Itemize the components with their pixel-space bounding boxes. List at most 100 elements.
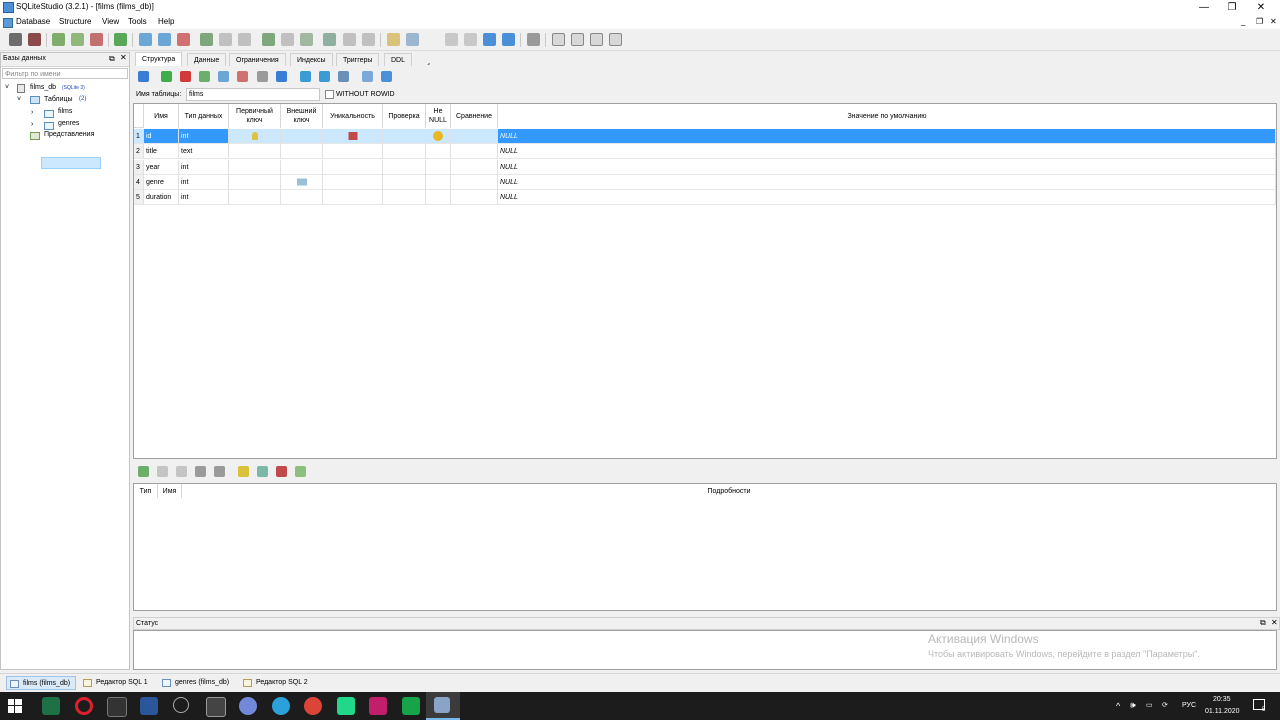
cell-pk[interactable] [229,144,281,160]
without-rowid-checkbox[interactable] [325,90,334,99]
new-table-icon[interactable] [139,33,152,46]
cell-pk[interactable] [229,129,281,144]
language-indicator[interactable]: РУС [1182,702,1196,709]
cell-pk[interactable] [229,174,281,190]
cell-collate[interactable] [451,159,498,175]
constraint-up-icon[interactable] [195,466,206,477]
row-number[interactable]: 2 [134,144,144,160]
move-down-icon[interactable] [276,71,287,82]
clock-time[interactable]: 20:35 [1213,696,1231,703]
column-row[interactable]: 4 genre int NULL [134,174,1276,190]
cell-unique[interactable] [323,144,383,160]
new-trigger-icon[interactable] [262,33,275,46]
add-db-icon[interactable] [52,33,65,46]
cell-type[interactable]: int [179,174,229,190]
add-pk-icon[interactable] [238,466,249,477]
tab-indexes[interactable]: Индексы [290,53,333,66]
menu-structure[interactable]: Structure [59,17,91,26]
import-icon[interactable] [483,33,496,46]
cell-pk[interactable] [229,190,281,206]
tree-db-films_db[interactable]: films_db [30,84,56,91]
expand-tables-icon[interactable]: ˅ [17,96,21,103]
tile-horizontal-icon[interactable] [571,33,584,46]
tab-data[interactable]: Данные [187,53,227,66]
edit-table-icon[interactable] [158,33,171,46]
rollback-icon[interactable] [180,71,191,82]
column-row[interactable]: 5 duration int NULL [134,190,1276,206]
move-up-icon[interactable] [257,71,268,82]
import-table-icon[interactable] [300,71,311,82]
delete-view-icon[interactable] [362,33,375,46]
tree-views-label[interactable]: Представления [44,131,94,138]
cell-check[interactable] [383,159,426,175]
new-index-icon[interactable] [200,33,213,46]
app-icon-green[interactable] [402,697,420,715]
column-row[interactable]: 3 year int NULL [134,159,1276,175]
cell-name[interactable]: title [144,144,179,160]
excel-icon[interactable] [42,697,60,715]
sync-icon[interactable]: ⟳ [1162,701,1168,709]
table-name-input[interactable]: films [186,88,320,101]
tray-chevron-icon[interactable]: ^ [1116,701,1120,711]
edit-index-icon[interactable] [219,33,232,46]
cell-fk[interactable] [281,129,323,144]
cell-fk[interactable] [281,159,323,175]
populate-icon[interactable] [338,71,349,82]
maximize-button[interactable]: ❐ [1218,0,1246,15]
new-view-icon[interactable] [323,33,336,46]
cell-unique[interactable] [323,159,383,175]
edit-db-icon[interactable] [71,33,84,46]
status-undock-icon[interactable]: ⧉ [1260,618,1266,628]
windows-start-icon[interactable] [8,699,22,713]
cell-notnull[interactable] [426,159,451,175]
cell-pk[interactable] [229,159,281,175]
terminal-icon[interactable] [107,697,127,717]
edit-view-icon[interactable] [343,33,356,46]
add-fk-icon[interactable] [257,466,268,477]
cell-type[interactable]: text [179,144,229,160]
cell-fk[interactable] [281,174,323,190]
expand-films-icon[interactable]: › [31,109,33,116]
add-unique-icon[interactable] [276,466,287,477]
header-check[interactable]: Проверка [383,104,426,128]
menu-tools[interactable]: Tools [128,17,147,26]
window-tab-genres[interactable]: genres (films_db) [159,676,235,690]
tab-structure[interactable]: Структура [135,52,183,66]
constraints-header-name[interactable]: Имя [158,484,182,498]
cell-collate[interactable] [451,129,498,144]
cell-name[interactable]: genre [144,174,179,190]
chrome-icon[interactable] [304,697,322,715]
delete-trigger-icon[interactable] [300,33,313,46]
menu-database[interactable]: Database [16,17,50,26]
expand-genres-icon[interactable]: › [31,121,33,128]
cell-default[interactable]: NULL [498,129,1276,144]
disconnect-db-icon[interactable] [28,33,41,46]
row-number[interactable]: 4 [134,174,144,190]
cell-name[interactable]: duration [144,190,179,206]
collations-icon[interactable] [445,33,458,46]
cell-notnull[interactable] [426,190,451,206]
header-name[interactable]: Имя [144,104,179,128]
header-default[interactable]: Значение по умолчанию [498,104,1276,128]
cascade-icon[interactable] [609,33,622,46]
opera-icon[interactable] [75,697,93,715]
undock-icon[interactable]: ⧉ [109,54,115,64]
tab-ddl[interactable]: DDL [384,53,413,66]
cell-type[interactable]: int [179,190,229,206]
column-row[interactable]: 1 id int NULL [134,129,1276,144]
tree-table-films[interactable]: films [58,108,72,115]
intellij-icon[interactable] [369,697,387,715]
header-type[interactable]: Тип данных [179,104,229,128]
minimize-button[interactable]: — [1190,0,1218,15]
cell-unique[interactable] [323,174,383,190]
cell-collate[interactable] [451,190,498,206]
delete-index-icon[interactable] [238,33,251,46]
extensions-icon[interactable] [464,33,477,46]
cell-name[interactable]: year [144,159,179,175]
edit-constraint-icon[interactable] [157,466,168,477]
window-tab-sql1[interactable]: Редактор SQL 1 [80,676,152,690]
edit-column-icon[interactable] [218,71,229,82]
volume-icon[interactable]: 🕪 [1130,700,1136,711]
cell-collate[interactable] [451,174,498,190]
clock-icon[interactable] [173,697,189,713]
